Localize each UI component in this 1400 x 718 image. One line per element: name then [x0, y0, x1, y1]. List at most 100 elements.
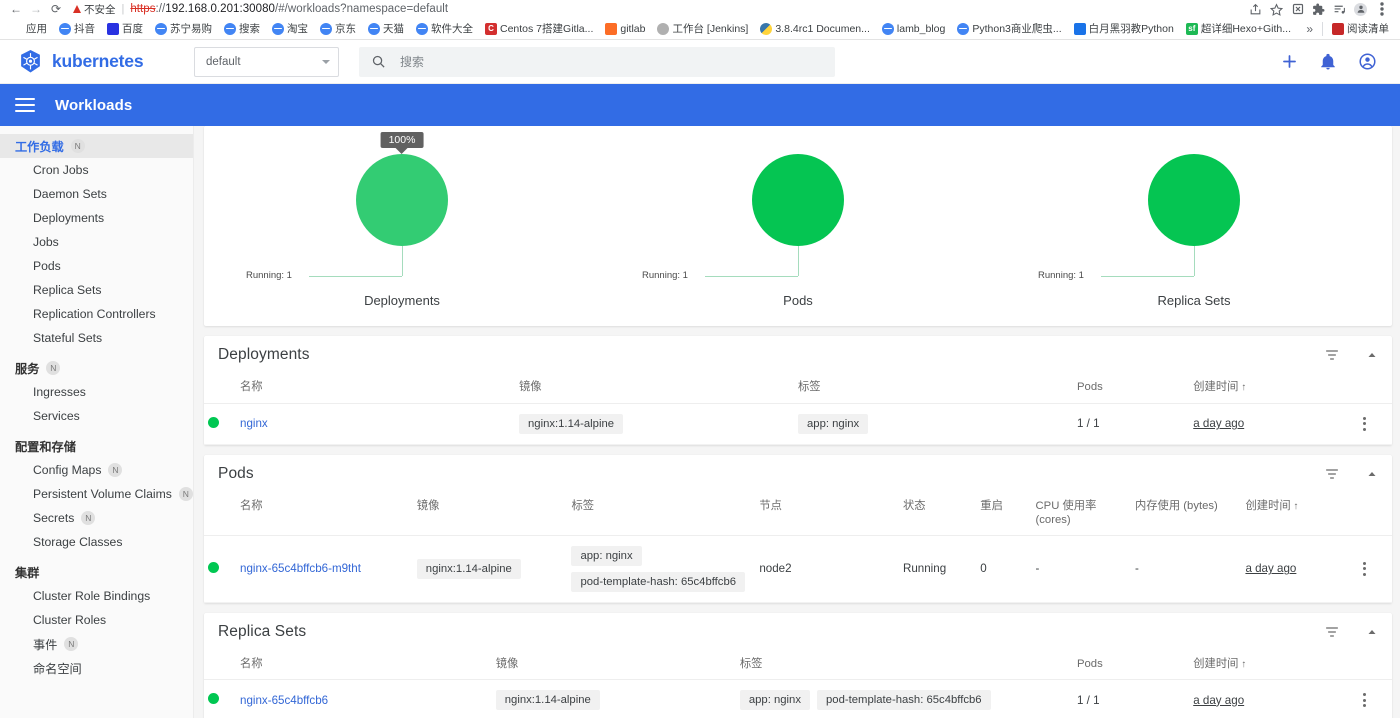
sidebar-item-cron-jobs[interactable]: Cron Jobs — [0, 158, 193, 182]
plus-icon[interactable] — [1277, 50, 1301, 74]
column-header[interactable]: 标签 — [794, 374, 1073, 403]
bookmark-item[interactable]: 3.8.4rc1 Documen... — [754, 19, 876, 39]
bookmark-item[interactable]: 软件大全 — [410, 19, 479, 39]
table-row[interactable]: nginx-65c4bffcb6-m9tht nginx:1.14-alpine a… — [204, 535, 1392, 603]
chevron-up-icon[interactable] — [1366, 349, 1378, 361]
bookmark-item[interactable]: Python3商业爬虫... — [951, 19, 1067, 39]
chart-pods[interactable]: Running: 1 Pods — [600, 126, 996, 326]
extension-x-icon[interactable] — [1287, 1, 1308, 17]
chevron-up-icon[interactable] — [1366, 626, 1378, 638]
sidebar-item-services[interactable]: Services — [0, 404, 193, 428]
column-header[interactable]: Pods — [1073, 651, 1189, 680]
cell-name-value[interactable]: nginx-65c4bffcb6-m9tht — [240, 562, 361, 575]
menu-hamburger-icon[interactable] — [15, 98, 35, 112]
row-kebab-menu-icon[interactable] — [1356, 416, 1372, 431]
kebab-menu-icon[interactable] — [1371, 1, 1392, 17]
bookmark-item[interactable]: 淘宝 — [266, 19, 314, 39]
brand-area[interactable]: kubernetes — [16, 49, 194, 74]
search-input[interactable]: 搜索 — [359, 46, 835, 77]
sidebar-group-4[interactable]: 集群 — [0, 560, 193, 584]
reading-list-button[interactable]: 阅读清单 — [1326, 19, 1395, 39]
chart-deployments[interactable]: 100% Running: 1 Deployments — [204, 126, 600, 326]
column-header[interactable]: 节点 — [755, 493, 899, 536]
sidebar-item-命名空间[interactable]: 命名空间 — [0, 656, 193, 680]
filter-icon[interactable] — [1324, 347, 1340, 363]
column-header[interactable]: 名称 — [236, 374, 515, 403]
sidebar-item-ingresses[interactable]: Ingresses — [0, 380, 193, 404]
sidebar-item-stateful-sets[interactable]: Stateful Sets — [0, 326, 193, 350]
column-header[interactable]: 名称 — [236, 651, 492, 680]
filter-icon[interactable] — [1324, 624, 1340, 640]
column-header[interactable]: 创建时间 ↑ — [1189, 651, 1352, 680]
column-header[interactable]: 状态 — [899, 493, 976, 536]
list-play-icon[interactable] — [1329, 1, 1350, 17]
table-row[interactable]: nginx-65c4bffcb6 nginx:1.14-alpine app: ng… — [204, 680, 1392, 718]
bookmark-item[interactable]: 天猫 — [362, 19, 410, 39]
column-header[interactable]: 内存使用 (bytes) — [1131, 493, 1241, 536]
sidebar-item-deployments[interactable]: Deployments — [0, 206, 193, 230]
cell-name-value[interactable]: nginx — [240, 417, 268, 430]
sidebar-item-replication-controllers[interactable]: Replication Controllers — [0, 302, 193, 326]
url-text[interactable]: https://192.168.0.201:30080/#/workloads?… — [130, 3, 448, 15]
bell-icon[interactable] — [1316, 50, 1340, 74]
sidebar-item-storage-classes[interactable]: Storage Classes — [0, 530, 193, 554]
bookmarks-overflow-chevron-icon[interactable]: » — [1300, 22, 1319, 36]
sidebar-item-cluster-roles[interactable]: Cluster Roles — [0, 608, 193, 632]
column-header[interactable]: 重启 — [976, 493, 1031, 536]
sidebar-item-replica-sets[interactable]: Replica Sets — [0, 278, 193, 302]
forward-arrow-icon[interactable]: → — [26, 1, 46, 17]
sidebar-item-事件[interactable]: 事件 N — [0, 632, 193, 656]
sidebar-item-config-maps[interactable]: Config Maps N — [0, 458, 193, 482]
pie-chart[interactable] — [1148, 154, 1240, 246]
profile-avatar-icon[interactable] — [1350, 1, 1371, 17]
column-header[interactable]: 镜像 — [515, 374, 794, 403]
table-row[interactable]: nginx nginx:1.14-alpine app: nginx 1 / 1 a d… — [204, 403, 1392, 444]
column-header[interactable]: 镜像 — [492, 651, 736, 680]
bookmark-star-icon[interactable] — [1266, 1, 1287, 17]
row-kebab-menu-icon[interactable] — [1356, 693, 1372, 708]
back-arrow-icon[interactable]: ← — [6, 1, 26, 17]
cell-created-value[interactable]: a day ago — [1193, 417, 1244, 430]
bookmark-item[interactable]: 抖音 — [53, 19, 101, 39]
bookmark-item[interactable]: 应用 — [5, 19, 53, 39]
column-header[interactable]: 标签 — [736, 651, 1073, 680]
cell-name-value[interactable]: nginx-65c4bffcb6 — [240, 694, 328, 707]
bookmark-item[interactable]: gitlab — [599, 19, 651, 39]
pie-chart[interactable] — [752, 154, 844, 246]
filter-icon[interactable] — [1324, 466, 1340, 482]
share-icon[interactable] — [1245, 1, 1266, 17]
row-kebab-menu-icon[interactable] — [1356, 561, 1372, 576]
bookmark-item[interactable]: 搜索 — [218, 19, 266, 39]
sidebar-item-daemon-sets[interactable]: Daemon Sets — [0, 182, 193, 206]
sidebar-item-jobs[interactable]: Jobs — [0, 230, 193, 254]
puzzle-extension-icon[interactable] — [1308, 1, 1329, 17]
column-header[interactable]: Pods — [1073, 374, 1189, 403]
sidebar-group-1[interactable]: 工作负载 N — [0, 134, 193, 158]
chart-replica-sets[interactable]: Running: 1 Replica Sets — [996, 126, 1392, 326]
bookmark-item[interactable]: sf 超详细Hexo+Gith... — [1180, 19, 1297, 39]
chevron-up-icon[interactable] — [1366, 468, 1378, 480]
namespace-selector[interactable]: default — [194, 46, 339, 77]
pie-chart[interactable]: 100% — [356, 132, 448, 246]
sidebar-group-2[interactable]: 服务 N — [0, 356, 193, 380]
reload-icon[interactable]: ⟳ — [46, 1, 66, 17]
column-header[interactable]: 名称 — [236, 493, 413, 536]
account-circle-icon[interactable] — [1355, 50, 1379, 74]
column-header[interactable]: CPU 使用率 (cores) — [1032, 493, 1131, 536]
sidebar-item-secrets[interactable]: Secrets N — [0, 506, 193, 530]
sidebar-item-cluster-role-bindings[interactable]: Cluster Role Bindings — [0, 584, 193, 608]
bookmark-item[interactable]: C Centos 7搭建Gitla... — [479, 19, 599, 39]
sidebar-group-3[interactable]: 配置和存储 — [0, 434, 193, 458]
security-warning-chip[interactable]: 不安全 — [73, 2, 116, 17]
column-header[interactable]: 创建时间 ↑ — [1189, 374, 1352, 403]
cell-created-value[interactable]: a day ago — [1193, 694, 1244, 707]
sidebar-item-persistent-volume-claims[interactable]: Persistent Volume Claims N — [0, 482, 193, 506]
bookmark-item[interactable]: 百度 — [101, 19, 149, 39]
bookmark-item[interactable]: 白月黑羽教Python — [1068, 19, 1180, 39]
column-header[interactable]: 标签 — [567, 493, 755, 536]
sidebar-item-pods[interactable]: Pods — [0, 254, 193, 278]
bookmark-item[interactable]: lamb_blog — [876, 19, 951, 39]
column-header[interactable]: 创建时间 ↑ — [1241, 493, 1352, 536]
bookmark-item[interactable]: 苏宁易购 — [149, 19, 218, 39]
bookmark-item[interactable]: 工作台 [Jenkins] — [651, 19, 754, 39]
